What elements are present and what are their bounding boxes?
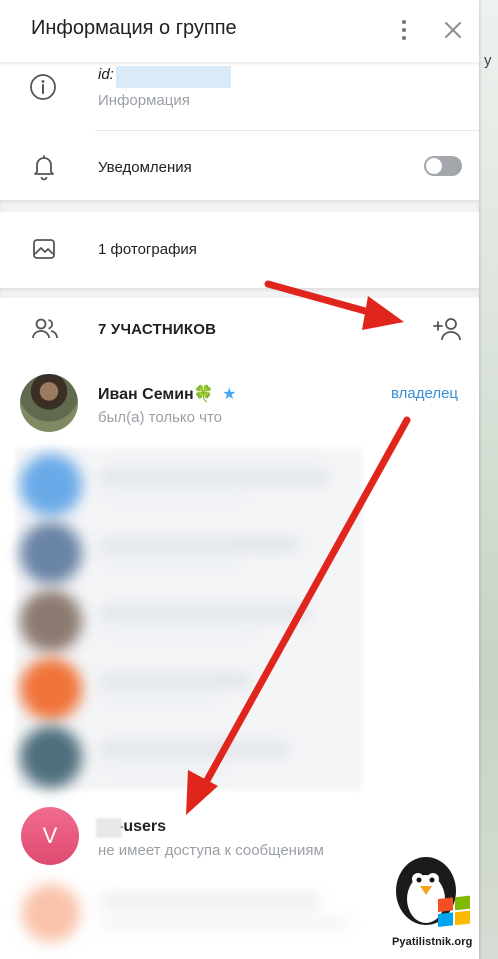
toggle-knob xyxy=(426,158,442,174)
panel-title: Информация о группе xyxy=(31,17,237,39)
clover-emoji: 🍀 xyxy=(193,386,214,403)
avatar: V xyxy=(21,807,79,865)
member-status: не имеет доступа к сообщениям xyxy=(98,842,324,859)
info-icon xyxy=(29,73,57,106)
more-options-icon[interactable] xyxy=(392,16,416,44)
group-info-panel: Информация о группе id: Информация Уведо… xyxy=(0,0,479,959)
notifications-toggle[interactable] xyxy=(424,156,462,176)
member-name: -users xyxy=(118,818,167,835)
member-row-blurred[interactable] xyxy=(16,586,360,656)
background-chat-area: у xyxy=(478,0,498,959)
members-icon xyxy=(30,316,60,347)
member-row-blurred[interactable] xyxy=(16,518,360,588)
avatar xyxy=(20,374,78,432)
member-row-blurred[interactable] xyxy=(16,654,360,724)
name-redacted xyxy=(96,818,122,838)
info-subtitle: Информация xyxy=(98,92,190,109)
section-divider xyxy=(0,288,479,298)
section-divider xyxy=(0,200,479,212)
member-name: Иван Семин🍀 ★ xyxy=(98,386,237,403)
divider xyxy=(95,130,479,131)
panel-header: Информация о группе xyxy=(0,0,479,62)
owner-role-label: владелец xyxy=(391,385,459,402)
group-id-label: id: xyxy=(98,66,114,83)
member-row-owner[interactable]: Иван Семин🍀 ★ был(а) только что владелец xyxy=(0,374,479,432)
photo-icon xyxy=(31,236,57,267)
group-id-redacted xyxy=(116,66,231,88)
star-badge-icon: ★ xyxy=(222,386,237,403)
add-member-icon[interactable] xyxy=(432,315,464,348)
notifications-label: Уведомления xyxy=(98,159,192,176)
member-row-blurred[interactable] xyxy=(16,450,360,520)
header-shadow xyxy=(0,62,479,66)
member-row-blurred[interactable] xyxy=(16,876,362,956)
member-row-blurred[interactable] xyxy=(16,722,360,792)
photos-link[interactable]: 1 фотография xyxy=(98,241,197,258)
background-text-fragment: у xyxy=(484,52,492,69)
bell-icon xyxy=(31,153,57,186)
close-icon[interactable] xyxy=(441,18,465,42)
member-status: был(а) только что xyxy=(98,409,223,426)
members-count-label: 7 УЧАСТНИКОВ xyxy=(98,321,217,338)
watermark-text: Pyatilistnik.org xyxy=(392,936,473,948)
